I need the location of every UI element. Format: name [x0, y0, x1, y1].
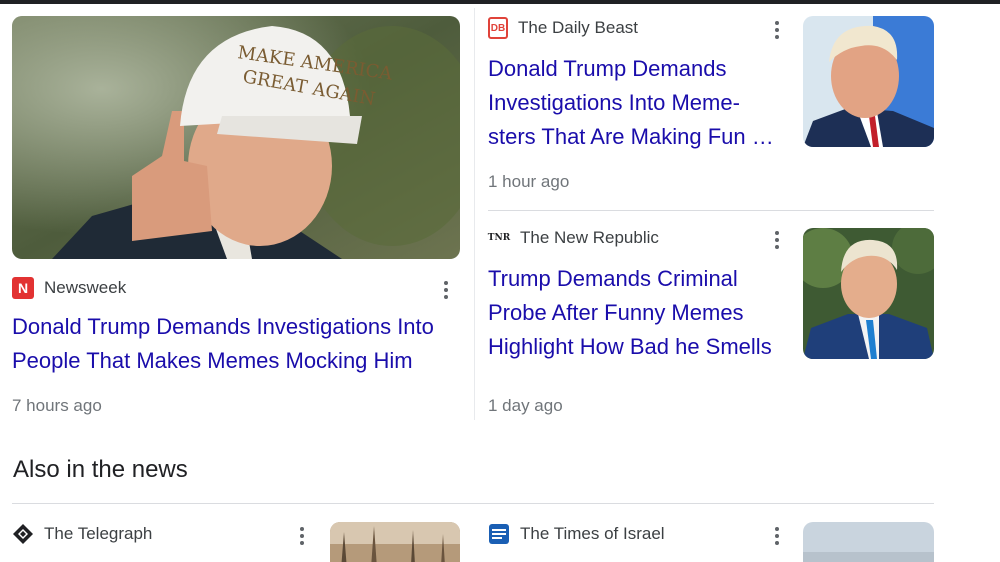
new-republic-photo: [803, 228, 934, 359]
newsweek-logo-letter: N: [17, 280, 29, 296]
featured-photo: MAKE AMERICA GREAT AGAIN: [12, 16, 460, 259]
times-of-israel-logo-icon: [488, 523, 510, 545]
story-source-row: The Times of Israel: [488, 522, 665, 546]
story-thumbnail[interactable]: [803, 16, 934, 147]
top-bar: [0, 0, 1000, 4]
story-thumbnail[interactable]: [330, 522, 460, 562]
story-source-name: The Times of Israel: [520, 524, 665, 543]
also-in-news-heading: Also in the news: [13, 456, 188, 483]
daily-beast-photo: [803, 16, 934, 147]
telegraph-logo-icon: [12, 523, 34, 545]
story-source-row: The Telegraph: [12, 522, 152, 546]
story-card-telegraph[interactable]: The Telegraph: [12, 520, 460, 562]
story-headline-link[interactable]: Donald Trump Demands Investigations Into…: [488, 52, 786, 154]
story-more-options-icon[interactable]: [295, 524, 309, 548]
story-source-row: TNR The New Republic: [488, 226, 659, 250]
story-card-daily-beast[interactable]: DB The Daily Beast Donald Trump Demands …: [488, 14, 934, 209]
daily-beast-logo-letter: DB: [490, 22, 506, 34]
story-headline-link[interactable]: Trump Demands Criminal Probe After Funny…: [488, 262, 786, 364]
story-card-times-of-israel[interactable]: The Times of Israel: [488, 520, 934, 562]
story-divider: [488, 210, 934, 211]
column-divider: [474, 8, 475, 420]
story-more-options-icon[interactable]: [770, 228, 784, 252]
featured-headline-link[interactable]: Donald Trump Demands Investigations Into…: [12, 310, 458, 378]
section-divider: [12, 503, 934, 504]
story-more-options-icon[interactable]: [770, 18, 784, 42]
story-more-options-icon[interactable]: [770, 524, 784, 548]
featured-story-card[interactable]: MAKE AMERICA GREAT AGAIN N Newsweek Dona…: [12, 16, 460, 426]
telegraph-photo: [330, 522, 460, 562]
story-source-name: The Daily Beast: [518, 18, 638, 37]
story-thumbnail[interactable]: [803, 522, 934, 562]
new-republic-logo-icon: TNR: [488, 227, 510, 249]
story-source-name: The Telegraph: [44, 524, 153, 543]
story-card-new-republic[interactable]: TNR The New Republic Trump Demands Crimi…: [488, 226, 934, 421]
story-source-row: DB The Daily Beast: [488, 16, 638, 40]
featured-more-options-icon[interactable]: [439, 278, 453, 302]
new-republic-logo-letter: TNR: [487, 233, 511, 243]
story-time: 1 hour ago: [488, 172, 570, 191]
featured-time: 7 hours ago: [12, 396, 102, 415]
story-thumbnail[interactable]: [803, 228, 934, 359]
daily-beast-logo-icon: DB: [488, 17, 508, 39]
times-of-israel-photo: [803, 522, 934, 562]
newsweek-logo-icon: N: [12, 277, 34, 299]
featured-source-row: N Newsweek: [12, 276, 126, 300]
story-source-name: The New Republic: [520, 228, 659, 247]
featured-source-name: Newsweek: [44, 278, 127, 297]
featured-story-image[interactable]: MAKE AMERICA GREAT AGAIN: [12, 16, 460, 259]
story-time: 1 day ago: [488, 396, 563, 415]
